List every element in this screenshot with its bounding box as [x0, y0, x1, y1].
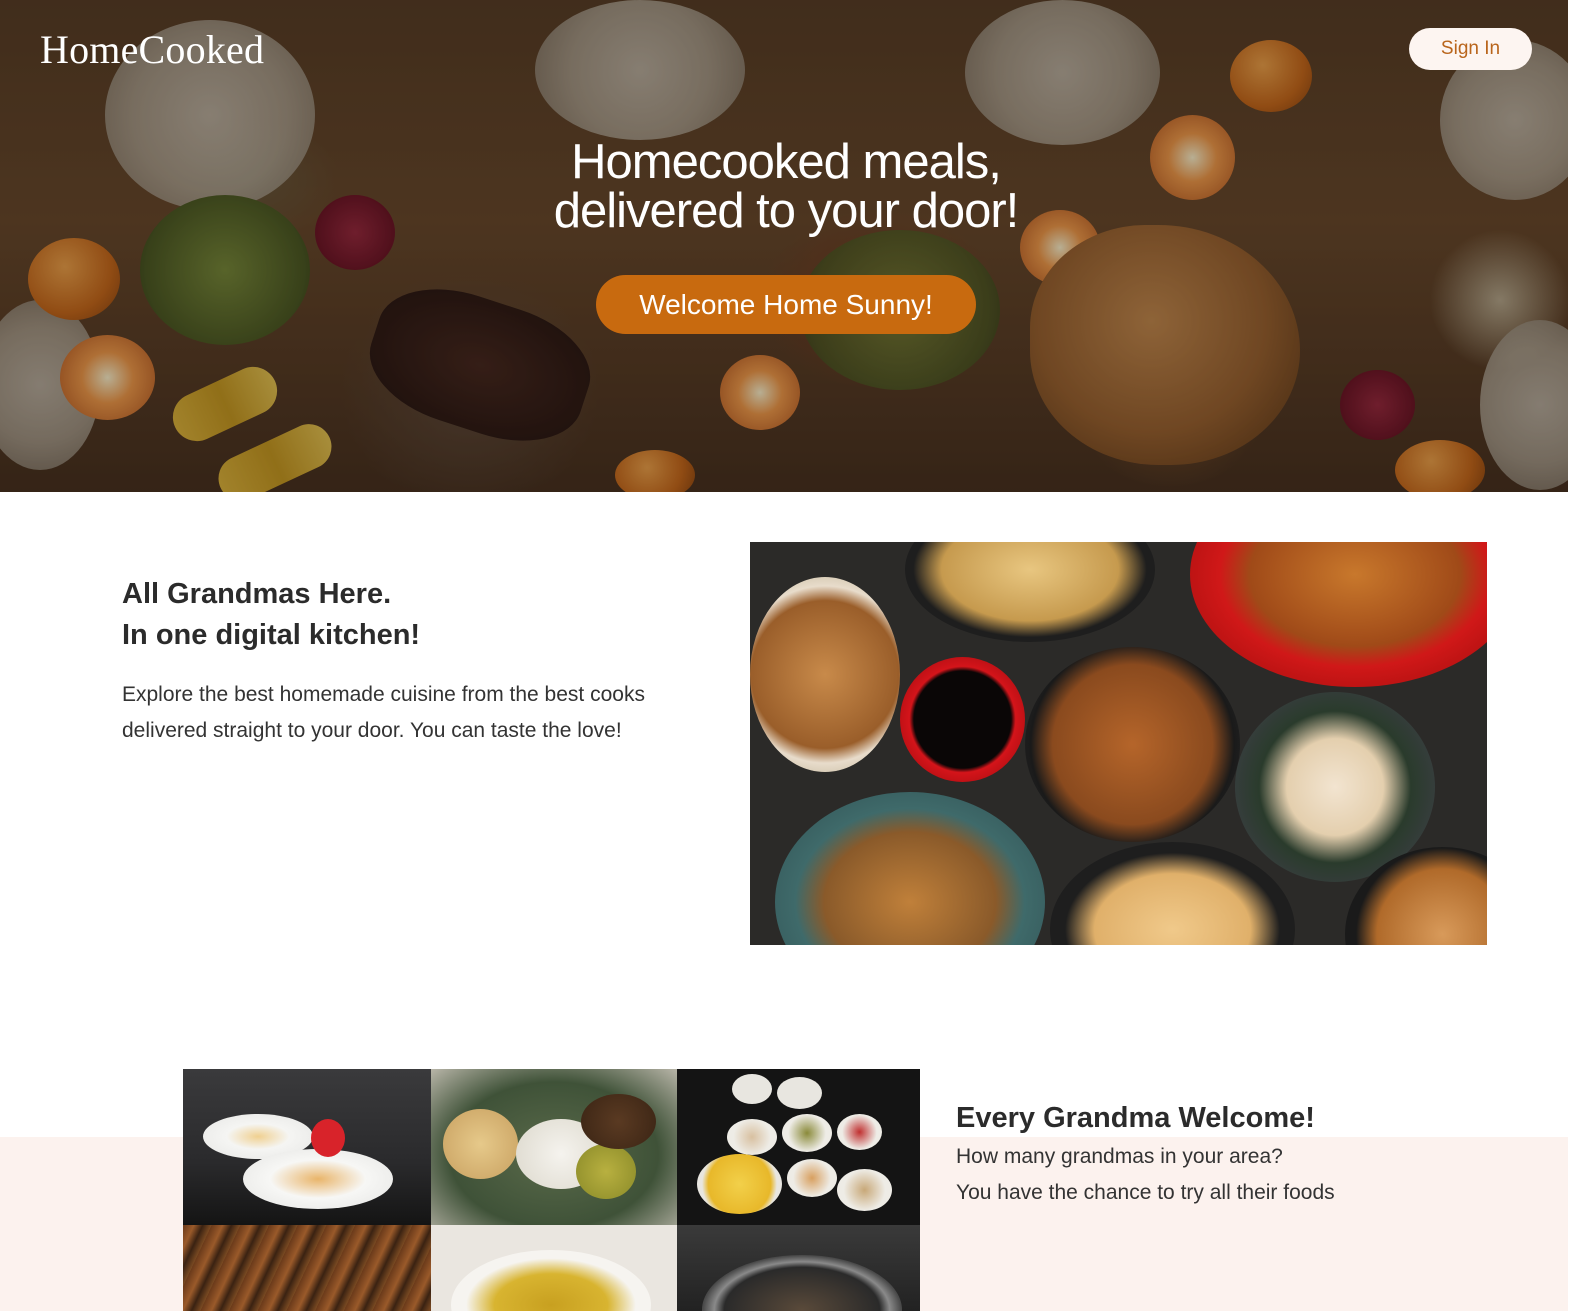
hero-title: Homecooked meals, delivered to your door… — [0, 138, 1568, 236]
feature-description-line-2: delivered straight to your door. You can… — [122, 719, 622, 742]
feature-description-line-1: Explore the best homemade cuisine from t… — [122, 683, 645, 706]
welcome-cta-button[interactable]: Welcome Home Sunny! — [596, 275, 976, 334]
food-photo-dessert — [183, 1069, 431, 1225]
hero-overlay — [0, 0, 1568, 492]
feature-description: Explore the best homemade cuisine from t… — [122, 677, 732, 749]
hero-banner: HomeCooked Sign In Homecooked meals, del… — [0, 0, 1568, 492]
food-photo-ingredient-bowls — [677, 1069, 920, 1225]
feature-heading-line-1: All Grandmas Here. — [122, 578, 392, 610]
welcome-line-2: You have the chance to try all their foo… — [956, 1181, 1335, 1204]
sign-in-button[interactable]: Sign In — [1409, 28, 1532, 70]
food-photo-curry-bowl — [431, 1225, 677, 1311]
welcome-line-1: How many grandmas in your area? — [956, 1145, 1283, 1168]
hero-title-line-1: Homecooked meals, — [571, 135, 1002, 189]
hero-title-line-2: delivered to your door! — [553, 184, 1020, 238]
welcome-heading: Every Grandma Welcome! — [956, 1102, 1315, 1134]
food-photo-cooking-pan — [677, 1225, 920, 1311]
food-photo-skewers — [183, 1225, 431, 1311]
asian-dishes-image — [750, 542, 1487, 945]
feature-heading: All Grandmas Here. In one digital kitche… — [122, 574, 682, 656]
feature-heading-line-2: In one digital kitchen! — [122, 619, 421, 651]
food-photo-rice-plate — [431, 1069, 677, 1225]
brand-logo[interactable]: HomeCooked — [40, 26, 264, 73]
food-photo-grid — [183, 1069, 920, 1311]
